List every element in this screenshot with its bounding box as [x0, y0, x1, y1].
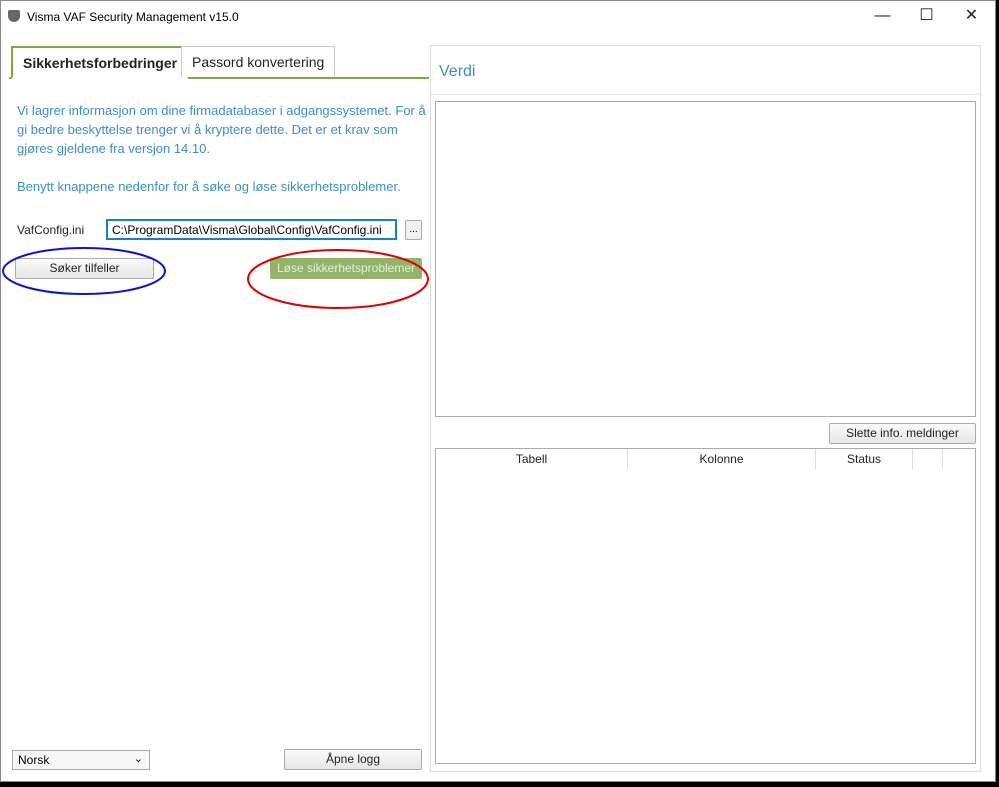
blue-circle-annotation [2, 247, 166, 295]
annotation-overlay [2, 247, 429, 309]
red-circle-annotation [247, 249, 429, 309]
